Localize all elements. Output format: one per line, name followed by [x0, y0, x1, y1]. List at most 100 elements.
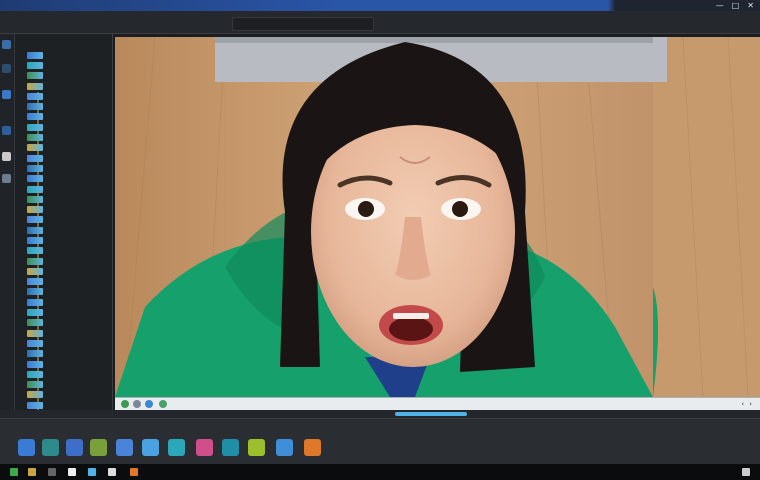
asset-thumbnail: [27, 164, 43, 172]
tool-icon[interactable]: [2, 64, 11, 73]
asset-row[interactable]: [27, 307, 111, 317]
blue-app-4-icon[interactable]: [276, 439, 293, 456]
asset-thumbnail: [27, 339, 43, 347]
flag-icon[interactable]: [159, 400, 167, 408]
window-controls: — □ ✕: [716, 0, 754, 11]
orange-app-icon[interactable]: [304, 439, 321, 456]
asset-row[interactable]: [27, 122, 111, 132]
menu-item[interactable]: [4, 15, 10, 29]
folder-icon[interactable]: [28, 468, 36, 476]
asset-row[interactable]: [27, 50, 111, 60]
asset-row[interactable]: [27, 225, 111, 235]
asset-row[interactable]: [27, 163, 111, 173]
blue-app-2-icon[interactable]: [66, 439, 83, 456]
search-input[interactable]: [232, 17, 374, 31]
asset-row[interactable]: [27, 204, 111, 214]
asset-row[interactable]: [27, 359, 111, 369]
asset-row[interactable]: [27, 328, 111, 338]
menu-item[interactable]: [126, 15, 132, 29]
asset-row[interactable]: [27, 60, 111, 70]
asset-panel: [15, 34, 113, 432]
asset-row[interactable]: [27, 369, 111, 379]
menu-item[interactable]: [152, 15, 158, 29]
system-taskbar: [0, 464, 760, 480]
tool-rail: [0, 34, 15, 410]
asset-row[interactable]: [27, 349, 111, 359]
asset-row[interactable]: [27, 91, 111, 101]
cyan-app-icon[interactable]: [168, 439, 185, 456]
menu-item[interactable]: [68, 15, 74, 29]
fit-icon[interactable]: [133, 400, 141, 408]
asset-row[interactable]: [27, 174, 111, 184]
asset-row[interactable]: [27, 390, 111, 400]
asset-row[interactable]: [27, 380, 111, 390]
asset-row[interactable]: [27, 153, 111, 163]
asset-thumbnail: [27, 175, 43, 183]
asset-row[interactable]: [27, 81, 111, 91]
asset-row[interactable]: [27, 143, 111, 153]
tool-icon[interactable]: [2, 152, 11, 161]
asset-thumbnail: [27, 103, 43, 111]
app-icon[interactable]: [130, 468, 138, 476]
browser-icon[interactable]: [88, 468, 96, 476]
splitter[interactable]: [0, 410, 760, 418]
maximize-icon[interactable]: □: [732, 0, 740, 11]
preview-extension: [653, 36, 760, 398]
sky-app-icon[interactable]: [142, 439, 159, 456]
asset-thumbnail: [27, 195, 43, 203]
asset-thumbnail: [27, 226, 43, 234]
tool-icon[interactable]: [2, 40, 11, 49]
rotate-icon[interactable]: [145, 400, 153, 408]
menu-item[interactable]: [98, 15, 104, 29]
menu-item[interactable]: [38, 15, 44, 29]
tray-icon[interactable]: [742, 468, 750, 476]
asset-thumbnail: [27, 329, 43, 337]
asset-row[interactable]: [27, 101, 111, 111]
green-app-icon[interactable]: [90, 439, 107, 456]
asset-row[interactable]: [27, 71, 111, 81]
asset-row[interactable]: [27, 215, 111, 225]
asset-thumbnail: [27, 309, 43, 317]
lime-app-icon[interactable]: [248, 439, 265, 456]
asset-thumbnail: [27, 61, 43, 69]
asset-thumbnail: [27, 154, 43, 162]
tool-icon[interactable]: [2, 126, 11, 135]
asset-row[interactable]: [27, 132, 111, 142]
scroll-handle[interactable]: [395, 412, 467, 416]
asset-row[interactable]: [27, 235, 111, 245]
asset-row[interactable]: [27, 400, 111, 410]
teal-app-2-icon[interactable]: [222, 439, 239, 456]
image-preview[interactable]: [115, 37, 653, 397]
app-icon[interactable]: [108, 468, 116, 476]
asset-thumbnail: [27, 206, 43, 214]
blue-app-icon[interactable]: [18, 439, 35, 456]
photo-canvas: [115, 37, 653, 397]
asset-row[interactable]: [27, 287, 111, 297]
start-icon[interactable]: [10, 468, 18, 476]
asset-row[interactable]: [27, 318, 111, 328]
asset-thumbnail: [27, 401, 43, 409]
teal-app-icon[interactable]: [42, 439, 59, 456]
asset-thumbnail: [27, 391, 43, 399]
close-icon[interactable]: ✕: [747, 0, 754, 11]
asset-thumbnail: [27, 236, 43, 244]
asset-row[interactable]: [27, 266, 111, 276]
blue-app-3-icon[interactable]: [116, 439, 133, 456]
tool-icon[interactable]: [2, 174, 11, 183]
tool-icon[interactable]: [2, 90, 11, 99]
asset-row[interactable]: [27, 277, 111, 287]
app-icon[interactable]: [68, 468, 76, 476]
asset-row[interactable]: [27, 256, 111, 266]
minimize-icon[interactable]: —: [716, 0, 724, 11]
zoom-icon[interactable]: [121, 400, 129, 408]
app-dock: [0, 418, 760, 465]
asset-row[interactable]: [27, 184, 111, 194]
pink-app-icon[interactable]: [196, 439, 213, 456]
app-icon[interactable]: [48, 468, 56, 476]
asset-row[interactable]: [27, 338, 111, 348]
asset-row[interactable]: [27, 194, 111, 204]
asset-row[interactable]: [27, 246, 111, 256]
asset-row[interactable]: [27, 112, 111, 122]
asset-row[interactable]: [27, 297, 111, 307]
asset-thumbnail: [27, 92, 43, 100]
